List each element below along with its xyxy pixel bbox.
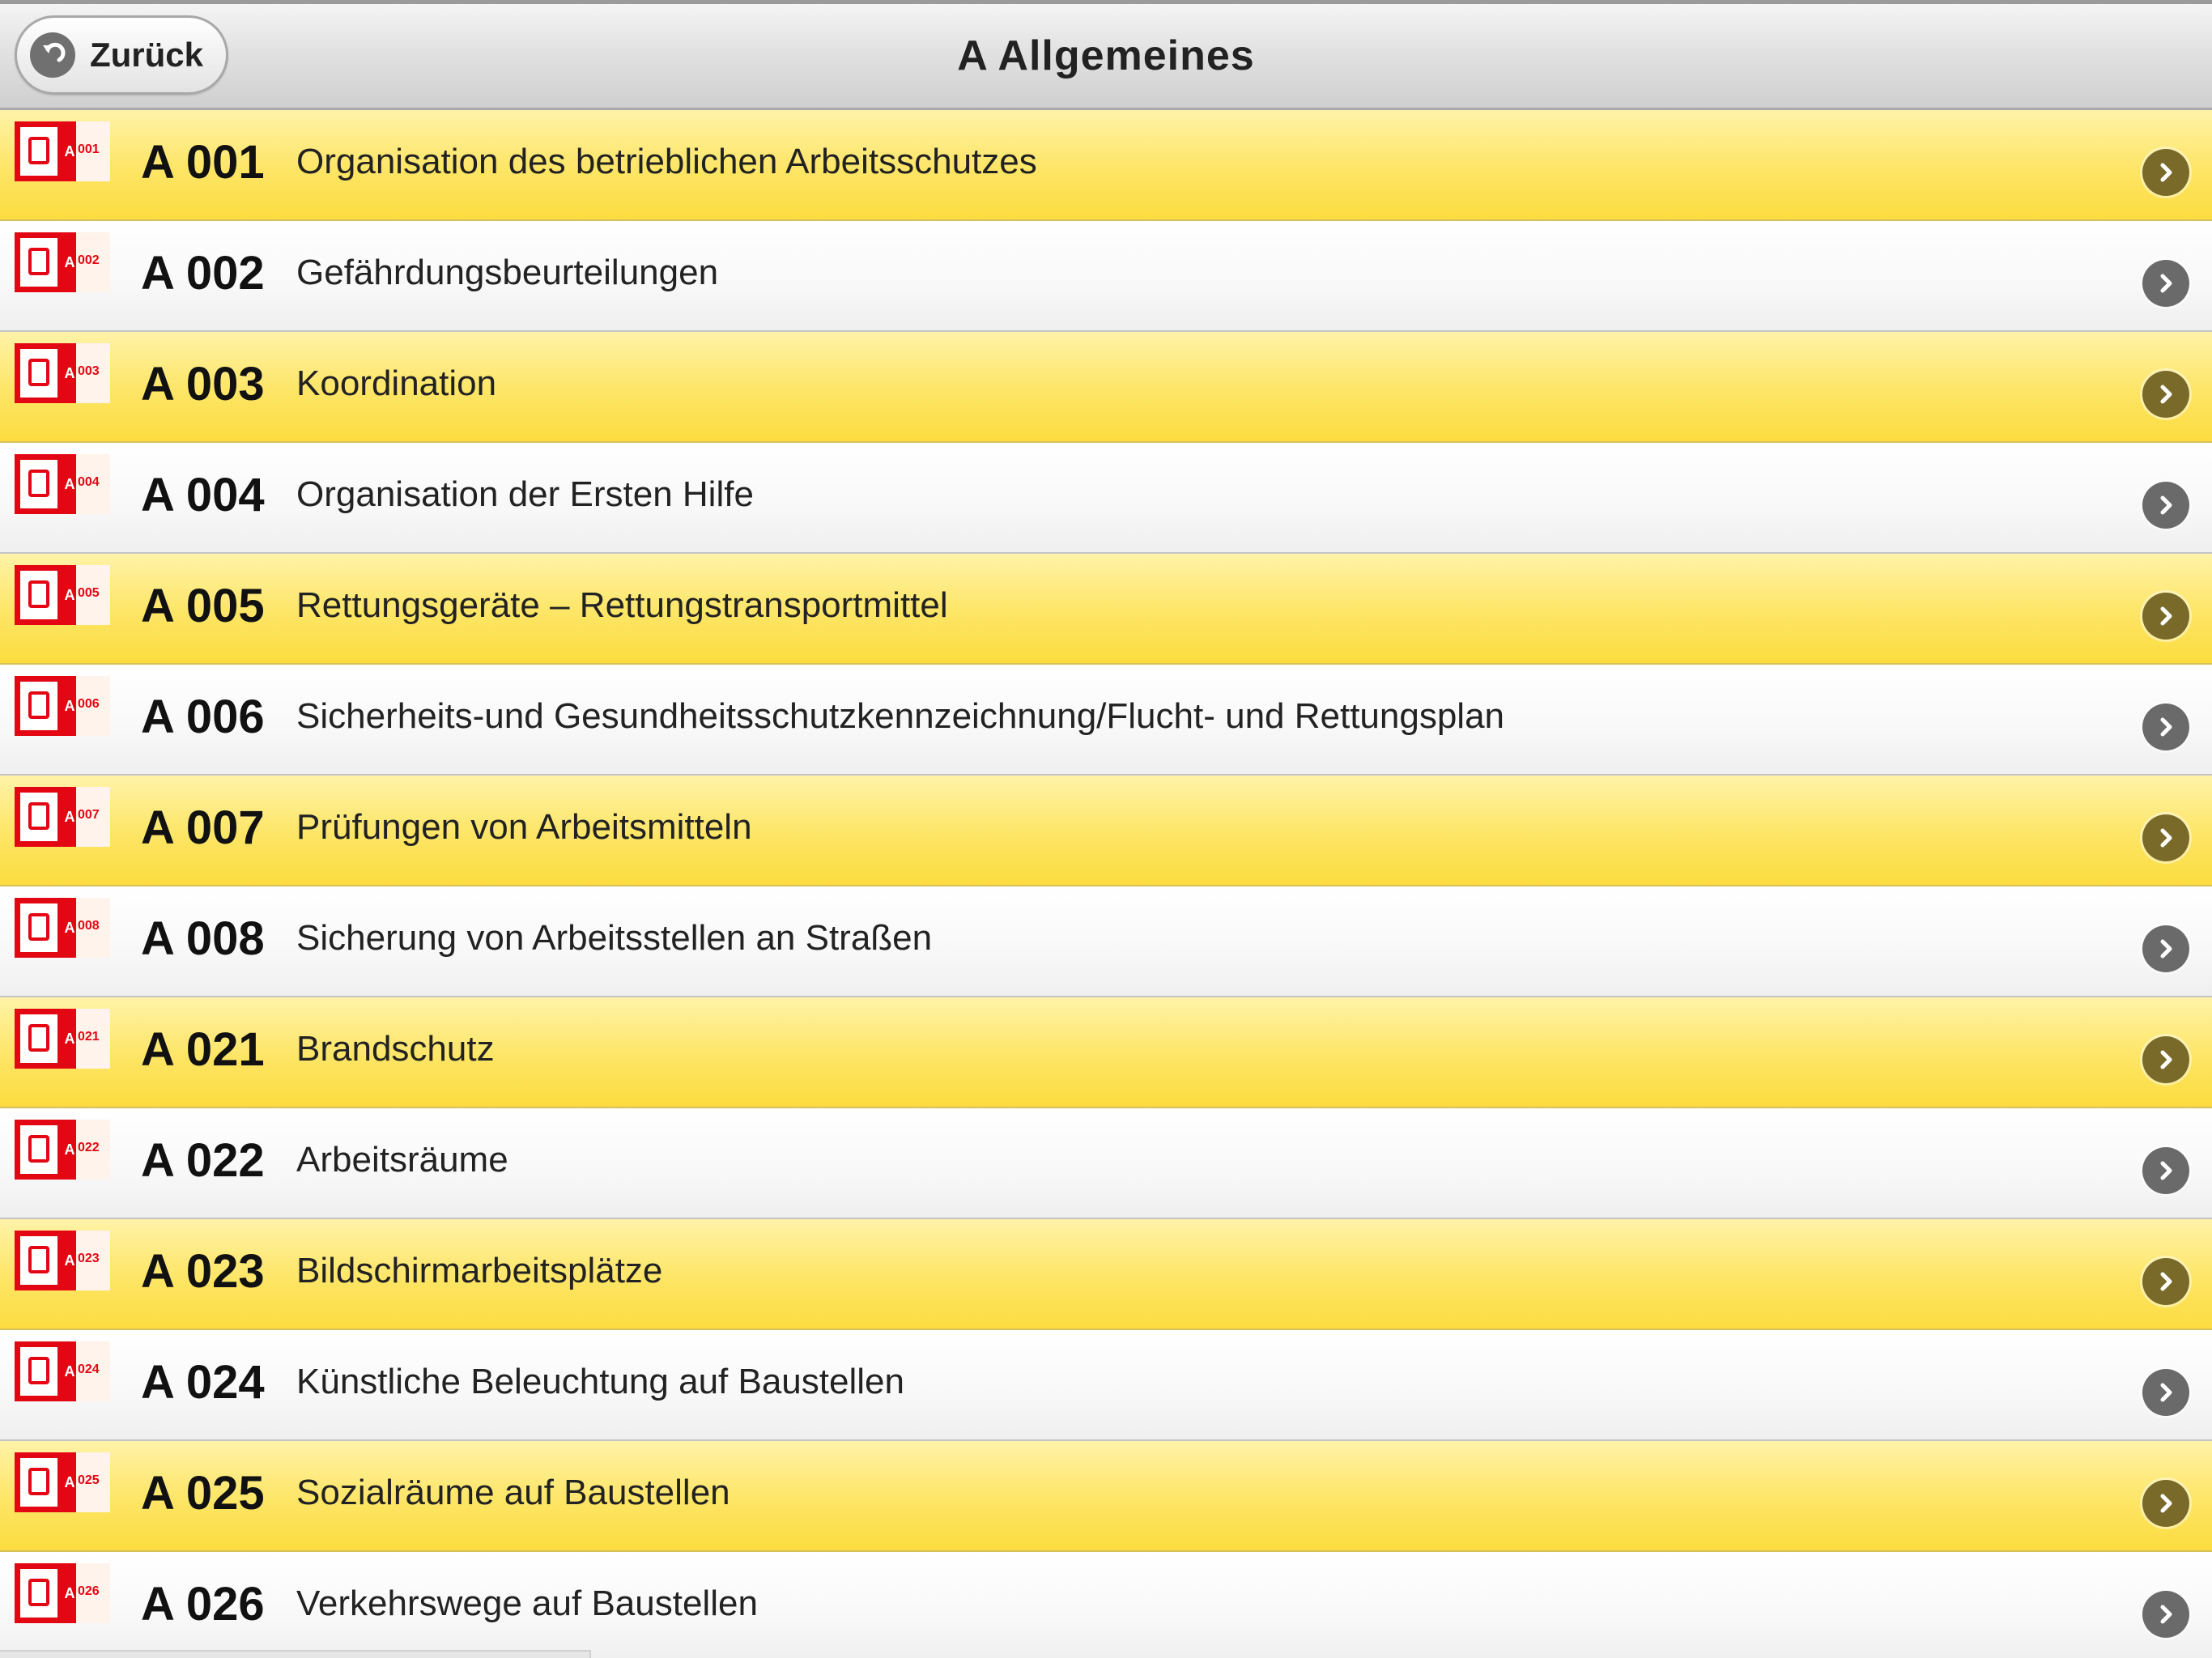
icon-number-tag: 007 — [78, 808, 100, 822]
item-label: Sicherung von Arbeitsstellen an Straßen — [296, 918, 933, 958]
safety-pictogram-icon: A 006 — [15, 676, 112, 739]
chevron-right-icon[interactable] — [2142, 704, 2189, 750]
item-label: Gefährdungsbeurteilungen — [296, 253, 719, 292]
footer-edge — [0, 1650, 591, 1658]
list-item[interactable]: A 026 A 026 Verkehrswege auf Baustellen — [0, 1552, 2212, 1658]
icon-number-tag: 021 — [78, 1030, 100, 1044]
item-code: A 006 — [141, 690, 265, 743]
chevron-right-icon[interactable] — [2142, 1147, 2189, 1194]
safety-pictogram-icon: A 003 — [15, 343, 112, 406]
list-item[interactable]: A 005 A 005 Rettungsgeräte – Rettungstra… — [0, 554, 2212, 665]
chevron-right-icon[interactable] — [2142, 1591, 2189, 1638]
item-code: A 026 — [141, 1577, 265, 1630]
list-item[interactable]: A 006 A 006 Sicherheits-und Gesundheitss… — [0, 665, 2212, 776]
icon-number-tag: 001 — [78, 142, 100, 156]
list-item[interactable]: A 004 A 004 Organisation der Ersten Hilf… — [0, 443, 2212, 554]
item-code: A 007 — [141, 801, 265, 854]
icon-number-tag: 026 — [78, 1584, 100, 1598]
list-item[interactable]: A 021 A 021 Brandschutz — [0, 997, 2212, 1108]
chevron-right-icon[interactable] — [2142, 814, 2189, 861]
item-label: Sicherheits-und Gesundheitsschutzkennzei… — [296, 696, 1505, 736]
list-item[interactable]: A 007 A 007 Prüfungen von Arbeitsmitteln — [0, 776, 2212, 886]
safety-pictogram-icon: A 021 — [15, 1009, 112, 1072]
item-label: Prüfungen von Arbeitsmitteln — [296, 807, 752, 847]
list-item[interactable]: A 023 A 023 Bildschirmarbeitsplätze — [0, 1219, 2212, 1330]
icon-number-tag: 023 — [78, 1252, 100, 1265]
safety-pictogram-icon: A 008 — [15, 898, 112, 961]
item-label: Rettungsgeräte – Rettungstransportmittel — [296, 585, 948, 625]
safety-pictogram-icon: A 022 — [15, 1120, 112, 1183]
icon-number-tag: 005 — [78, 586, 100, 600]
app-window: Zurück A Allgemeines A 001 A 001 Organis… — [0, 0, 2212, 1658]
item-label: Künstliche Beleuchtung auf Baustellen — [296, 1362, 904, 1401]
item-label: Organisation des betrieblichen Arbeitssc… — [296, 142, 1037, 181]
item-code: A 021 — [141, 1022, 265, 1076]
item-code: A 005 — [141, 579, 265, 632]
item-label: Koordination — [296, 363, 497, 403]
item-code: A 003 — [141, 357, 265, 410]
chevron-right-icon[interactable] — [2142, 371, 2189, 418]
safety-pictogram-icon: A 007 — [15, 787, 112, 850]
chevron-right-icon[interactable] — [2142, 260, 2189, 307]
icon-number-tag: 002 — [78, 253, 100, 267]
chevron-right-icon[interactable] — [2142, 1258, 2189, 1305]
safety-pictogram-icon: A 004 — [15, 454, 112, 517]
item-code: A 024 — [141, 1355, 265, 1409]
chevron-right-icon[interactable] — [2142, 149, 2189, 196]
item-code: A 023 — [141, 1244, 265, 1298]
item-code: A 004 — [141, 468, 265, 521]
chevron-right-icon[interactable] — [2142, 593, 2189, 640]
safety-pictogram-icon: A 026 — [15, 1563, 112, 1626]
item-label: Sozialräume auf Baustellen — [296, 1473, 730, 1512]
list-item[interactable]: A 025 A 025 Sozialräume auf Baustellen — [0, 1441, 2212, 1552]
list-item[interactable]: A 001 A 001 Organisation des betrieblich… — [0, 110, 2212, 221]
safety-pictogram-icon: A 025 — [15, 1452, 112, 1516]
item-code: A 001 — [141, 135, 265, 189]
safety-pictogram-icon: A 024 — [15, 1341, 112, 1405]
item-code: A 025 — [141, 1466, 265, 1520]
safety-pictogram-icon: A 023 — [15, 1231, 112, 1294]
item-label: Organisation der Ersten Hilfe — [296, 474, 754, 514]
icon-number-tag: 006 — [78, 697, 100, 711]
item-label: Bildschirmarbeitsplätze — [296, 1251, 663, 1290]
page-title: A Allgemeines — [957, 32, 1255, 79]
list-item[interactable]: A 022 A 022 Arbeitsräume — [0, 1108, 2212, 1219]
icon-number-tag: 003 — [78, 364, 100, 378]
item-label: Brandschutz — [296, 1029, 495, 1069]
item-code: A 002 — [141, 246, 265, 300]
chevron-right-icon[interactable] — [2142, 1036, 2189, 1083]
item-label: Arbeitsräume — [296, 1140, 508, 1180]
chevron-right-icon[interactable] — [2142, 1480, 2189, 1527]
topic-list: A 001 A 001 Organisation des betrieblich… — [0, 110, 2212, 1658]
chevron-right-icon[interactable] — [2142, 1369, 2189, 1416]
list-item[interactable]: A 003 A 003 Koordination — [0, 332, 2212, 443]
chevron-right-icon[interactable] — [2142, 925, 2189, 972]
header-bar: Zurück A Allgemeines — [0, 0, 2212, 110]
icon-number-tag: 025 — [78, 1473, 100, 1487]
safety-pictogram-icon: A 005 — [15, 565, 112, 628]
item-code: A 008 — [141, 912, 265, 965]
chevron-right-icon[interactable] — [2142, 482, 2189, 529]
item-code: A 022 — [141, 1133, 265, 1187]
icon-number-tag: 022 — [78, 1141, 100, 1154]
icon-number-tag: 008 — [78, 919, 100, 933]
safety-pictogram-icon: A 001 — [15, 121, 112, 185]
list-item[interactable]: A 008 A 008 Sicherung von Arbeitsstellen… — [0, 886, 2212, 997]
list-item[interactable]: A 024 A 024 Künstliche Beleuchtung auf B… — [0, 1330, 2212, 1441]
item-label: Verkehrswege auf Baustellen — [296, 1584, 758, 1623]
icon-number-tag: 004 — [78, 475, 100, 489]
safety-pictogram-icon: A 002 — [15, 232, 112, 295]
icon-number-tag: 024 — [78, 1363, 100, 1376]
list-item[interactable]: A 002 A 002 Gefährdungsbeurteilungen — [0, 221, 2212, 332]
